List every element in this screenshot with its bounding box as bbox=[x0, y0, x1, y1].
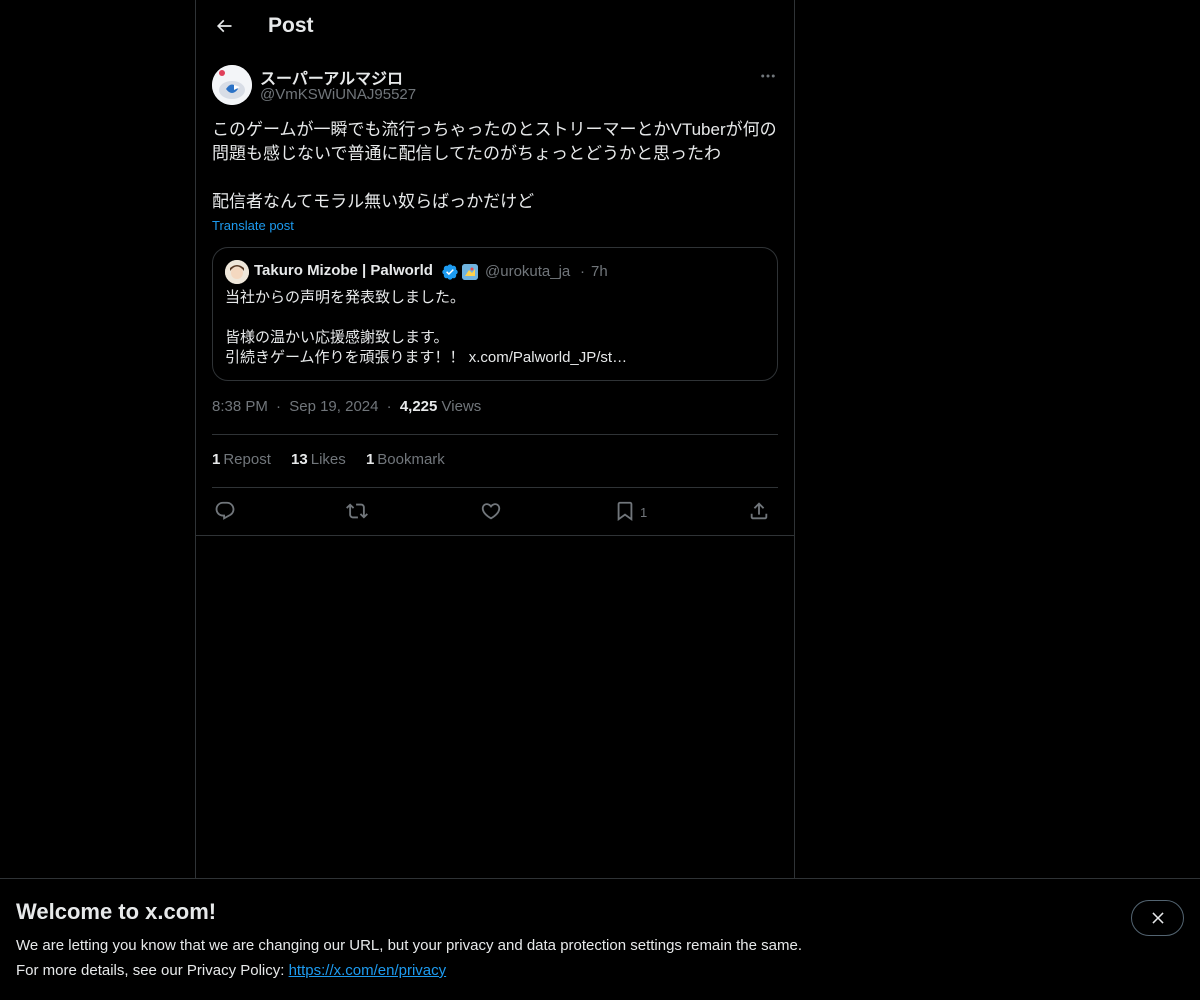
quote-text: 当社からの声明を発表致しました。 皆様の温かい応援感謝致します。 引続きゲーム作… bbox=[225, 288, 765, 368]
page-title: Post bbox=[268, 14, 314, 37]
quote-timestamp: 7h bbox=[591, 263, 608, 280]
quote-text-line: 皆様の温かい応援感謝致します。 bbox=[225, 329, 449, 346]
reposts-label: Repost bbox=[223, 451, 271, 468]
map-emoji-icon bbox=[462, 264, 478, 280]
views-count: 4,225 bbox=[399, 398, 438, 415]
like-button[interactable] bbox=[480, 496, 502, 526]
separator-dot: · bbox=[580, 263, 585, 280]
separator-dot: · bbox=[386, 398, 392, 415]
divider bbox=[212, 434, 778, 435]
avatar-image bbox=[212, 65, 252, 105]
main-column: Post スーパーアルマジロ @VmKSWiUNAJ95527 このゲームが一瞬… bbox=[195, 0, 795, 880]
share-button[interactable] bbox=[748, 496, 770, 526]
post-time[interactable]: 8:38 PM bbox=[212, 398, 268, 415]
likes-label: Likes bbox=[310, 451, 346, 468]
post-text-line: 問題も感じないで普通に配信してたのがちょっとどうかと思ったわ bbox=[212, 144, 721, 163]
bookmark-icon bbox=[617, 501, 633, 522]
bookmark-button[interactable]: 1 bbox=[614, 496, 647, 526]
more-button[interactable] bbox=[752, 60, 784, 92]
engagement-stats: 1 Repost 13 Likes 1 Bookmark bbox=[212, 451, 461, 468]
privacy-policy-link[interactable]: https://x.com/en/privacy bbox=[289, 962, 447, 979]
avatar-image bbox=[225, 260, 249, 284]
post-text-line: 配信者なんてモラル無い奴らばっかだけど bbox=[212, 192, 535, 211]
share-icon bbox=[750, 502, 768, 520]
bookmarks-stat[interactable]: 1 Bookmark bbox=[366, 451, 445, 468]
reposts-count: 1 bbox=[212, 451, 221, 468]
post-text-line: このゲームが一瞬でも流行っちゃったのとストリーマーとかVTuberが何の bbox=[212, 120, 777, 139]
heart-icon bbox=[481, 503, 501, 520]
banner-policy-line: For more details, see our Privacy Policy… bbox=[16, 962, 446, 979]
author-avatar[interactable] bbox=[212, 65, 252, 105]
likes-count: 13 bbox=[291, 451, 308, 468]
reply-icon bbox=[215, 501, 235, 520]
back-button[interactable] bbox=[206, 8, 242, 44]
quote-author-avatar bbox=[225, 260, 249, 284]
close-icon bbox=[1151, 912, 1164, 924]
post-actions: 1 bbox=[212, 496, 778, 526]
quote-author-name: Takuro Mizobe | Palworld bbox=[254, 262, 433, 279]
post-text: このゲームが一瞬でも流行っちゃったのとストリーマーとかVTuberが何の 問題も… bbox=[212, 118, 782, 214]
arrow-left-icon bbox=[216, 19, 232, 33]
bookmarks-count: 1 bbox=[365, 451, 375, 468]
repost-icon bbox=[346, 503, 368, 519]
banner-message: We are letting you know that we are chan… bbox=[16, 937, 802, 954]
more-horizontal-icon bbox=[761, 74, 775, 78]
divider bbox=[212, 487, 778, 488]
post-date[interactable]: Sep 19, 2024 bbox=[289, 398, 378, 415]
quote-text-line: 引続きゲーム作りを頑張ります！！ x.com/Palworld_JP/st… bbox=[225, 349, 628, 366]
reply-button[interactable] bbox=[214, 496, 236, 526]
translate-post-link[interactable]: Translate post bbox=[212, 218, 294, 233]
bookmarks-label: Bookmark bbox=[377, 451, 445, 468]
divider bbox=[196, 535, 794, 536]
banner-policy-text: For more details, see our Privacy Policy… bbox=[16, 962, 289, 979]
reposts-stat[interactable]: 1 Repost bbox=[212, 451, 271, 468]
post-author: スーパーアルマジロ @VmKSWiUNAJ95527 bbox=[212, 64, 778, 108]
bookmark-count: 1 bbox=[640, 504, 648, 520]
quote-text-line: 当社からの声明を発表致しました。 bbox=[225, 289, 466, 306]
top-bar: Post bbox=[196, 0, 794, 53]
repost-button[interactable] bbox=[346, 496, 368, 526]
likes-stat[interactable]: 13 Likes bbox=[291, 451, 346, 468]
separator-dot: · bbox=[276, 398, 282, 415]
verified-badge-icon bbox=[442, 264, 458, 280]
close-banner-button[interactable] bbox=[1131, 900, 1184, 936]
welcome-banner: Welcome to x.com! We are letting you kno… bbox=[0, 878, 1200, 1000]
banner-title: Welcome to x.com! bbox=[16, 899, 217, 924]
author-handle[interactable]: @VmKSWiUNAJ95527 bbox=[260, 86, 416, 103]
views-label: Views bbox=[441, 398, 482, 415]
quote-author-handle: @urokuta_ja bbox=[485, 263, 571, 280]
post-metadata: 8:38 PM · Sep 19, 2024 · 4,225 Views bbox=[212, 398, 481, 415]
quoted-post[interactable]: Takuro Mizobe | Palworld @urokuta_ja · 7… bbox=[212, 247, 778, 381]
